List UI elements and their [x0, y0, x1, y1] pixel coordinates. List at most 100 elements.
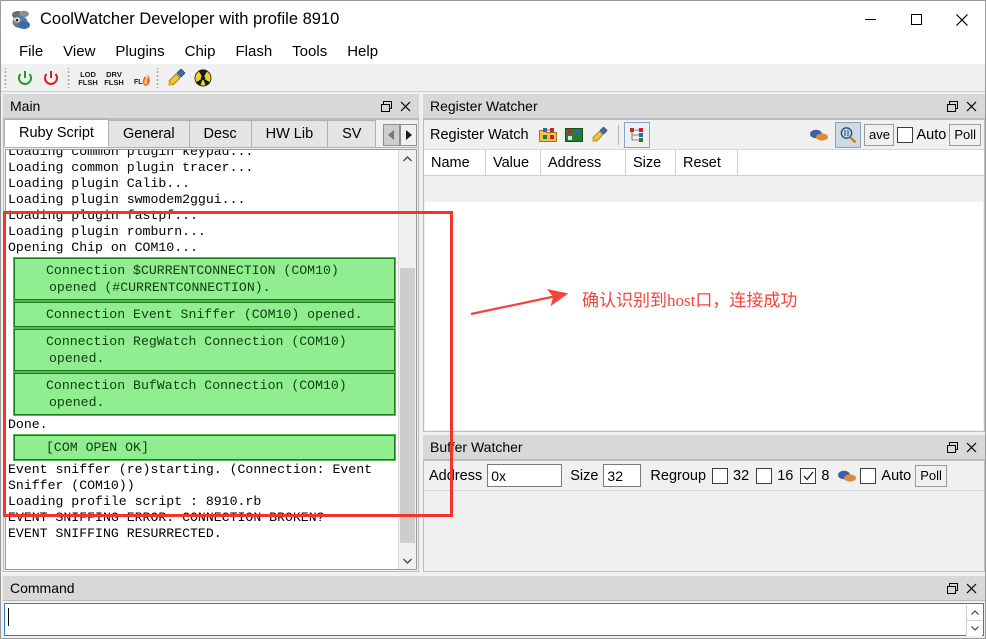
clear-brush-icon[interactable]: [165, 66, 189, 90]
history-up-icon[interactable]: [966, 605, 982, 621]
regroup-8-checkbox[interactable]: [800, 467, 817, 484]
address-input[interactable]: 0x: [487, 464, 563, 487]
log-line: Loading common plugin keypad...: [8, 149, 254, 159]
poll-button[interactable]: Poll: [915, 464, 947, 487]
command-input[interactable]: [4, 603, 984, 636]
tab-desc[interactable]: Desc: [188, 120, 252, 147]
save-button[interactable]: ave: [864, 123, 895, 146]
script-log-area[interactable]: Loading common plugin keypad... Loading …: [5, 149, 417, 570]
power-on-icon[interactable]: [13, 66, 37, 90]
main-panel-body: Ruby Script General Desc HW Lib SV Loadi…: [3, 119, 419, 572]
window-title: CoolWatcher Developer with profile 8910: [40, 10, 340, 28]
log-vertical-scrollbar[interactable]: [398, 150, 416, 569]
scroll-up-icon[interactable]: [399, 150, 416, 167]
radiation-icon[interactable]: [191, 66, 215, 90]
register-watcher-caption-buttons: [941, 98, 985, 114]
color-palette-icon[interactable]: [807, 123, 831, 147]
column-header-name[interactable]: Name: [424, 149, 486, 176]
tab-scroll-left-icon[interactable]: [383, 124, 400, 146]
regroup-32-label: 32: [733, 467, 750, 484]
status-message-text: Connection BufWatch Connection (COM10) o…: [46, 378, 355, 410]
main-toolbar: LOD FLSH DRV FLSH FL: [1, 64, 985, 92]
tree-view-icon[interactable]: [623, 121, 650, 148]
scroll-down-icon[interactable]: [399, 552, 416, 569]
buffer-grid-body[interactable]: [425, 492, 983, 570]
tab-scroll-buttons: [383, 124, 417, 146]
tab-ruby-script[interactable]: Ruby Script: [4, 119, 109, 147]
command-panel-title: Command: [10, 580, 75, 596]
close-icon[interactable]: [963, 580, 979, 596]
success-check-icon: [19, 305, 36, 322]
column-header-reset[interactable]: Reset: [676, 149, 738, 176]
power-off-icon[interactable]: [39, 66, 63, 90]
inspect-magnifier-icon[interactable]: [835, 121, 862, 148]
close-icon[interactable]: [963, 439, 979, 455]
log-line: Opening Chip on COM10...: [8, 240, 198, 255]
menu-item-file[interactable]: File: [9, 41, 53, 62]
menu-bar: File View Plugins Chip Flash Tools Help: [1, 38, 985, 64]
float-icon[interactable]: [944, 580, 960, 596]
address-label: Address: [429, 467, 483, 484]
script-log-content: Loading common plugin keypad... Loading …: [6, 149, 398, 569]
buffer-watcher-title: Buffer Watcher: [430, 439, 523, 455]
tab-hw-lib[interactable]: HW Lib: [250, 120, 329, 147]
menu-item-view[interactable]: View: [53, 41, 105, 62]
menu-item-plugins[interactable]: Plugins: [105, 41, 174, 62]
close-icon[interactable]: [963, 98, 979, 114]
clear-registers-icon[interactable]: [588, 123, 612, 147]
drive-flash-icon[interactable]: DRV FLSH: [102, 66, 126, 90]
log-line: EVENT SNIFFING RESURRECTED.: [8, 526, 222, 541]
register-grid-body[interactable]: [425, 202, 983, 430]
status-message-box: [COM OPEN OK]: [13, 434, 396, 461]
buffer-watcher-caption: Buffer Watcher: [423, 435, 985, 460]
regroup-label: Regroup: [650, 467, 707, 484]
status-message-text: Connection $CURRENTCONNECTION (COM10) op…: [46, 263, 347, 295]
regroup-8-label: 8: [821, 467, 830, 484]
save-registers-icon[interactable]: [562, 123, 586, 147]
history-down-icon[interactable]: [966, 621, 982, 636]
column-header-address[interactable]: Address: [541, 149, 626, 176]
maximize-button[interactable]: [893, 1, 939, 38]
regroup-32-checkbox[interactable]: [712, 467, 729, 484]
column-header-value[interactable]: Value: [486, 149, 541, 176]
float-icon[interactable]: [378, 98, 394, 114]
flash-burn-icon[interactable]: FL: [128, 66, 152, 90]
float-icon[interactable]: [944, 439, 960, 455]
tab-sv[interactable]: SV: [327, 120, 377, 147]
toolbar-grip[interactable]: [3, 67, 10, 88]
status-message-box: Connection Event Sniffer (COM10) opened.: [13, 301, 396, 328]
float-icon[interactable]: [944, 98, 960, 114]
tab-general[interactable]: General: [107, 120, 190, 147]
tab-scroll-right-icon[interactable]: [400, 124, 417, 146]
menu-item-help[interactable]: Help: [337, 41, 388, 62]
toolbar-grip-3[interactable]: [155, 67, 162, 88]
toolbar-grip-2[interactable]: [66, 67, 73, 88]
scrollbar-thumb[interactable]: [400, 268, 415, 543]
buffer-watcher-body: Address 0x Size 32 Regroup 32 16 8 Auto …: [423, 460, 985, 572]
auto-checkbox[interactable]: [860, 467, 877, 484]
command-panel: Command: [3, 576, 985, 638]
size-input[interactable]: 32: [603, 464, 642, 487]
color-palette-icon[interactable]: [835, 464, 859, 488]
minimize-button[interactable]: [847, 1, 893, 38]
menu-item-tools[interactable]: Tools: [282, 41, 337, 62]
regroup-16-checkbox[interactable]: [756, 467, 773, 484]
column-header-size[interactable]: Size: [626, 149, 676, 176]
menu-item-chip[interactable]: Chip: [175, 41, 226, 62]
poll-button[interactable]: Poll: [949, 123, 981, 146]
log-line: Done.: [8, 417, 48, 432]
log-line: Event sniffer (re)starting. (Connection:…: [8, 462, 373, 493]
menu-item-flash[interactable]: Flash: [225, 41, 282, 62]
register-watcher-title: Register Watcher: [430, 98, 538, 114]
close-button[interactable]: [939, 1, 985, 38]
log-line: Loading plugin Calib...: [8, 176, 191, 191]
log-line: Loading plugin fastpf...: [8, 208, 198, 223]
auto-checkbox[interactable]: [897, 126, 914, 143]
main-panel-title: Main: [10, 98, 41, 114]
log-line: Loading plugin swmodem2ggui...: [8, 192, 246, 207]
load-flash-icon[interactable]: LOD FLSH: [76, 66, 100, 90]
svg-text:FLSH: FLSH: [78, 78, 98, 87]
regroup-16-label: 16: [777, 467, 794, 484]
close-icon[interactable]: [397, 98, 413, 114]
open-registers-icon[interactable]: [536, 123, 560, 147]
